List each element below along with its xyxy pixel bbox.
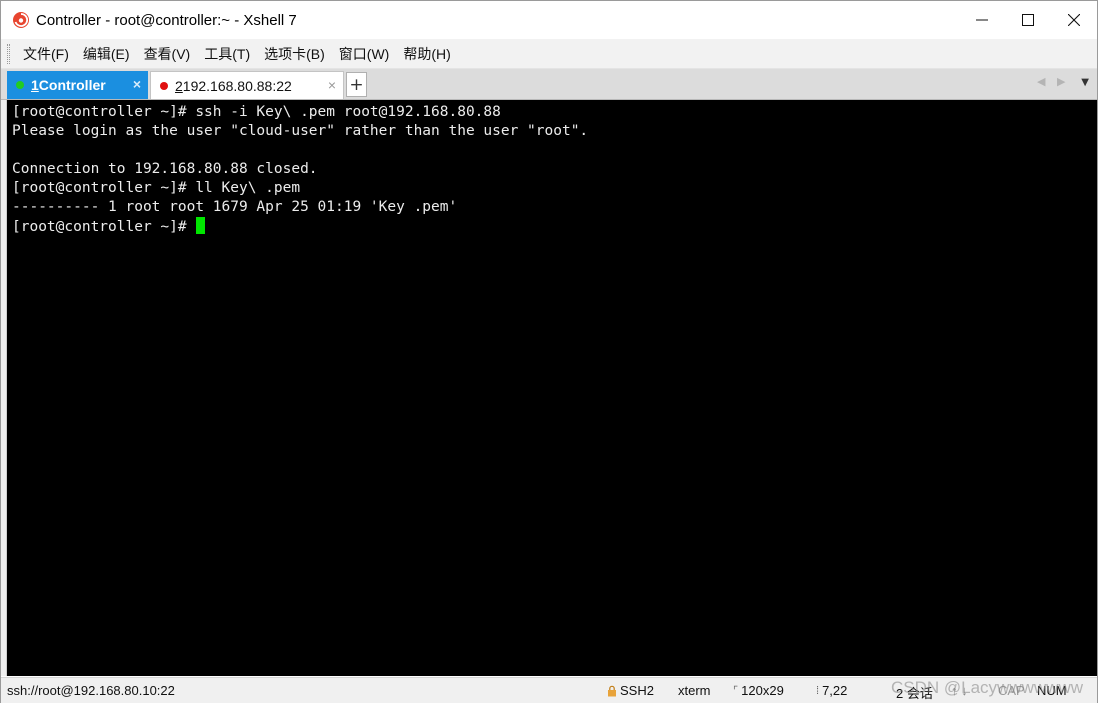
connected-status-icon [16,81,24,89]
xshell-window: Controller - root@controller:~ - Xshell … [0,0,1098,703]
status-terminal-type: xterm [678,683,711,698]
cursor-position-icon: ⁞ [816,684,820,697]
tab-close-icon[interactable]: × [328,76,336,94]
tab-label: Controller [38,77,106,93]
terminal-prompt-line: [root@controller ~]# [12,217,1097,236]
terminal-area[interactable]: [root@controller ~]# ssh -i Key\ .pem ro… [7,100,1097,676]
status-protocol: SSH2 [607,683,654,698]
window-title: Controller - root@controller:~ - Xshell … [36,11,297,29]
toolbar-grip-icon[interactable] [7,43,10,64]
close-button[interactable] [1051,1,1097,39]
tab-scroll-left-icon[interactable]: ◀ [1037,75,1045,88]
lock-icon [608,685,616,696]
session-tab-bar: 1 Controller × 2 192.168.80.88:22 × + ◀ … [1,69,1097,100]
status-connection: ssh://root@192.168.80.10:22 [7,683,175,698]
menu-bar: 文件(F) 编辑(E) 查看(V) 工具(T) 选项卡(B) 窗口(W) 帮助(… [1,39,1097,69]
tab-label: 192.168.80.88:22 [182,77,292,94]
xshell-logo-icon [11,10,31,30]
resize-icon: ⌜ [733,685,739,697]
maximize-icon [1022,14,1034,26]
menu-tabs[interactable]: 选项卡(B) [257,42,332,66]
menu-window[interactable]: 窗口(W) [332,42,397,66]
terminal-line: [root@controller ~]# ll Key\ .pem [12,180,301,196]
title-bar[interactable]: Controller - root@controller:~ - Xshell … [1,1,1097,39]
menu-help[interactable]: 帮助(H) [396,42,457,66]
tab-close-icon[interactable]: × [133,75,141,93]
tab-controller[interactable]: 1 Controller × [7,71,148,99]
terminal-cursor [196,217,206,234]
menu-edit[interactable]: 编辑(E) [76,42,137,66]
tab-scroll-right-icon[interactable]: ▶ [1057,75,1065,88]
disconnected-status-icon [160,81,168,90]
close-icon [1068,14,1080,26]
terminal-line: ---------- 1 root root 1679 Apr 25 01:19… [12,199,458,215]
tab-remote-host[interactable]: 2 192.168.80.88:22 × [150,71,344,99]
watermark: CSDN @Lacywwwwwww [891,678,1083,697]
menu-file[interactable]: 文件(F) [16,42,76,66]
maximize-button[interactable] [1005,1,1051,39]
tab-list-dropdown-icon[interactable]: ▼ [1081,77,1089,88]
window-controls [959,1,1097,39]
tab-number: 1 [31,77,39,93]
status-cursor-position: ⁞ 7,22 [816,683,848,698]
terminal-line: [root@controller ~]# ssh -i Key\ .pem ro… [12,104,501,120]
new-tab-button[interactable]: + [346,72,367,97]
terminal-line: Connection to 192.168.80.88 closed. [12,161,318,177]
status-size: ⌜ 120x29 [733,683,784,698]
minimize-icon [976,19,988,21]
minimize-button[interactable] [959,1,1005,39]
menu-view[interactable]: 查看(V) [137,42,198,66]
menu-tools[interactable]: 工具(T) [197,42,257,66]
status-bar: ssh://root@192.168.80.10:22 SSH2 xterm ⌜… [1,677,1097,703]
tab-number: 2 [175,77,183,94]
prompt-text: [root@controller ~]# [12,219,196,235]
terminal-line: Please login as the user "cloud-user" ra… [12,123,589,139]
